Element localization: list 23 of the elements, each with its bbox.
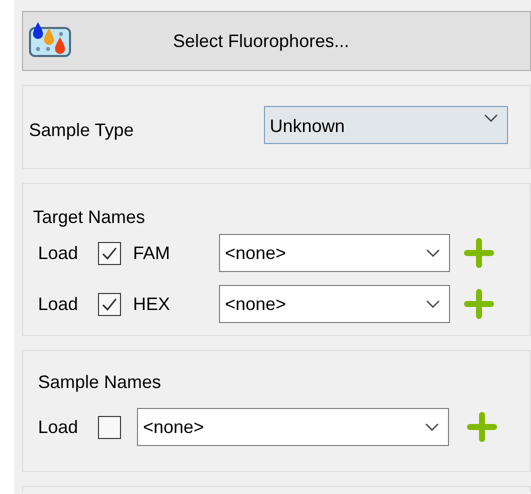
checkbox[interactable] <box>98 416 121 438</box>
dropdown[interactable]: <none> <box>219 234 450 272</box>
fluorophore-plate-icon <box>28 21 73 59</box>
chevron-down-icon <box>424 422 440 432</box>
select-fluorophores-button[interactable]: Select Fluorophores... <box>22 11 531 71</box>
checkbox[interactable] <box>98 242 121 264</box>
section-title: Target Names <box>33 206 146 228</box>
section-title: Sample Names <box>37 371 162 393</box>
fluorophore-label: FAM <box>133 242 172 264</box>
fluorophore-label: HEX <box>133 292 172 316</box>
chevron-down-icon <box>425 299 441 309</box>
dropdown[interactable]: Unknown <box>264 106 508 144</box>
load-label: Load <box>37 292 80 316</box>
chevron-down-icon <box>425 248 441 258</box>
checkmark-icon <box>101 246 118 260</box>
dropdown[interactable]: <none> <box>219 285 450 323</box>
chevron-down-icon <box>482 113 499 123</box>
checkmark-icon <box>101 296 118 312</box>
dropdown[interactable]: <none> <box>137 408 449 446</box>
checkbox[interactable] <box>98 292 121 316</box>
load-label: Load <box>37 242 80 264</box>
field-label: Sample Type <box>29 119 134 142</box>
load-label: Load <box>37 416 80 438</box>
